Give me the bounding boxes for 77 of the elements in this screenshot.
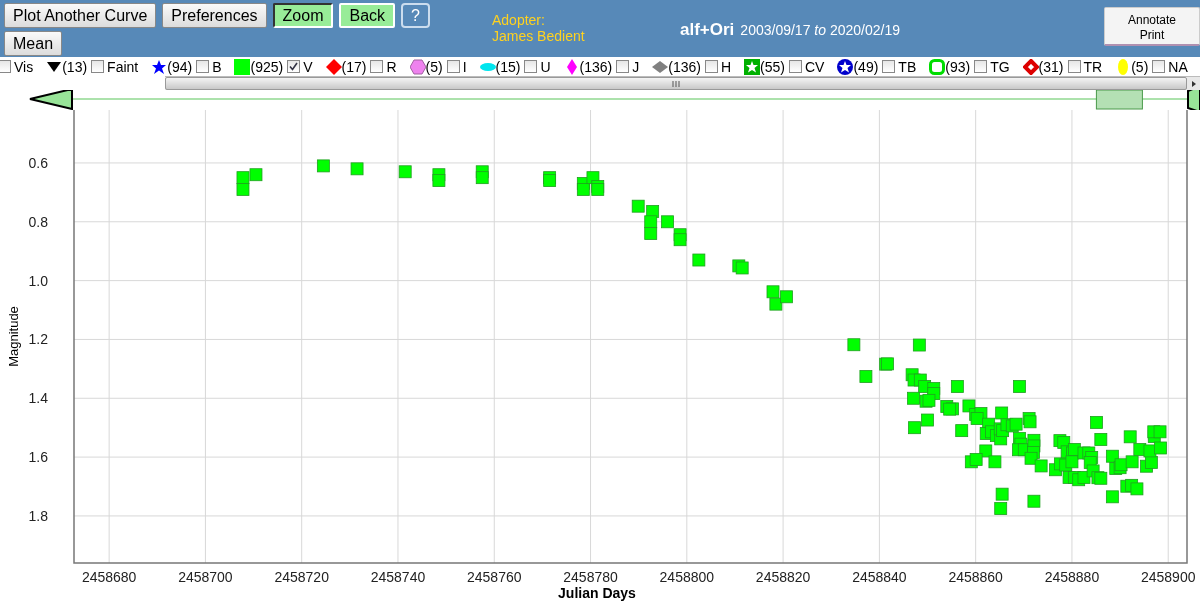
band-label: TR xyxy=(1083,58,1103,75)
left-handle[interactable] xyxy=(29,90,73,110)
x-tick-label: 2458780 xyxy=(563,569,618,585)
band-label: J xyxy=(632,58,640,75)
band-label: I xyxy=(462,58,467,75)
x-tick-label: 2458820 xyxy=(755,569,811,585)
observation-count: (94) xyxy=(167,58,193,75)
band-checkbox[interactable] xyxy=(287,60,301,73)
toolbar-button[interactable]: Mean xyxy=(4,31,63,56)
adopter-name: James Bedient xyxy=(492,28,586,44)
observation-count: (17) xyxy=(341,58,367,75)
band-checkbox[interactable] xyxy=(0,60,11,73)
band-label: TB xyxy=(898,58,917,75)
band-label: U xyxy=(540,58,551,75)
observation-count: (13) xyxy=(62,58,88,75)
band-checkbox[interactable] xyxy=(974,60,988,73)
band-checkbox[interactable] xyxy=(789,60,802,73)
y-tick-label: 0.8 xyxy=(28,213,48,230)
observation-count: (136) xyxy=(579,58,613,75)
band-checkbox[interactable] xyxy=(196,60,210,73)
observation-count: (15) xyxy=(495,58,521,75)
band-label: NA xyxy=(1168,58,1188,75)
y-tick-label: 1.2 xyxy=(28,331,48,348)
x-axis-title: Julian Days xyxy=(558,585,636,601)
x-tick-label: 2458760 xyxy=(467,569,522,585)
band-label: R xyxy=(386,58,397,75)
band-checkbox[interactable] xyxy=(91,60,105,73)
observation-count: (5) xyxy=(1131,58,1149,75)
toolbar-button[interactable]: Plot Another Curve xyxy=(4,3,157,28)
help-button[interactable]: ? xyxy=(401,3,431,28)
adopter-label: Adopter: xyxy=(492,12,546,28)
x-tick-label: 2458680 xyxy=(81,569,137,585)
x-tick-label: 2458840 xyxy=(852,569,907,585)
x-tick-label: 2458720 xyxy=(274,569,329,585)
band-checkbox[interactable] xyxy=(882,60,896,73)
band-checkbox[interactable] xyxy=(1067,60,1081,73)
annotate-print-button[interactable]: Annotate Print xyxy=(1104,7,1200,46)
y-tick-label: 1.4 xyxy=(28,390,48,407)
band-checkbox[interactable] xyxy=(446,60,460,73)
band-checkbox[interactable] xyxy=(704,60,718,73)
band-checkbox[interactable] xyxy=(1152,60,1166,73)
observation-count: (93) xyxy=(945,58,971,75)
x-tick-label: 2458700 xyxy=(178,569,233,585)
band-label: Vis xyxy=(14,58,34,75)
observation-count: (925) xyxy=(250,58,284,75)
observation-count: (31) xyxy=(1038,58,1064,75)
y-axis-title: Magnitude xyxy=(6,306,21,367)
right-arrow-icon xyxy=(1191,80,1196,87)
toolbar-button[interactable]: Zoom xyxy=(272,3,334,28)
x-tick-label: 2458800 xyxy=(659,569,715,585)
x-tick-label: 2458740 xyxy=(370,569,426,585)
band-label: B xyxy=(212,58,222,75)
y-tick-label: 1.0 xyxy=(28,272,48,289)
toolbar-button[interactable]: Back xyxy=(339,3,396,28)
band-label: V xyxy=(303,58,313,75)
band-label: Faint xyxy=(107,58,139,75)
band-checkbox[interactable] xyxy=(524,60,538,73)
observation-count: (136) xyxy=(668,58,701,75)
band-checkbox[interactable] xyxy=(616,60,630,73)
right-handle[interactable] xyxy=(1187,90,1200,110)
band-label: CV xyxy=(805,58,825,75)
toolbar-button[interactable]: Preferences xyxy=(162,3,267,28)
band-label: H xyxy=(720,58,732,75)
grip-icon xyxy=(672,80,680,87)
x-tick-label: 2458900 xyxy=(1140,569,1196,585)
observation-count: (5) xyxy=(425,58,443,75)
y-tick-label: 1.8 xyxy=(28,507,48,524)
x-tick-label: 2458860 xyxy=(948,569,1003,585)
observation-count: (55) xyxy=(760,58,785,75)
x-tick-label: 2458880 xyxy=(1044,569,1100,585)
star-name: alf+Ori xyxy=(680,20,735,39)
y-tick-label: 0.6 xyxy=(28,154,48,171)
y-tick-label: 1.6 xyxy=(28,449,48,466)
band-label: TG xyxy=(990,58,1010,75)
band-checkbox[interactable] xyxy=(370,60,384,73)
date-range: 2003/09/17 to 2020/02/19 xyxy=(740,22,900,38)
observation-count: (49) xyxy=(853,58,879,75)
